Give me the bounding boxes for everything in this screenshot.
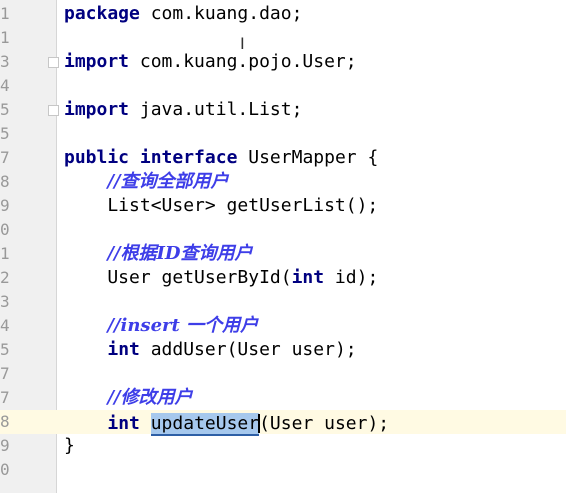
comment-token: //修改用户	[107, 387, 193, 408]
caret	[258, 414, 261, 433]
keyword-token: import	[64, 99, 130, 120]
code-line[interactable]: 2 User getUserById(int id);	[0, 266, 566, 290]
code-text[interactable]: User getUserById(int id);	[64, 266, 378, 290]
line-number: 8	[0, 172, 10, 191]
fold-marker-icon[interactable]	[48, 57, 59, 68]
code-line[interactable]: 5	[0, 122, 566, 146]
keyword-token: import	[64, 51, 130, 72]
code-token: com.kuang.dao;	[139, 3, 303, 24]
code-text[interactable]: int addUser(User user);	[64, 338, 357, 362]
code-token: id);	[324, 267, 379, 288]
code-line[interactable]: 3 import com.kuang.pojo.User;	[0, 50, 566, 74]
line-number: 2	[0, 268, 10, 287]
line-number: 7	[0, 388, 10, 407]
code-line[interactable]: 1	[0, 26, 566, 50]
line-number: 0	[0, 220, 10, 239]
keyword-token: package	[64, 3, 140, 24]
keyword-token: int	[291, 267, 325, 288]
line-number: 1	[0, 244, 10, 263]
code-line[interactable]: 7	[0, 362, 566, 386]
code-text[interactable]: int updateUser(User user);	[64, 410, 389, 436]
code-token: User getUserById(	[64, 267, 292, 288]
code-line[interactable]: 0	[0, 458, 566, 482]
line-number: 1	[0, 28, 10, 47]
code-text[interactable]: import java.util.List;	[64, 98, 302, 122]
text-cursor-icon: I	[240, 34, 245, 53]
code-token: java.util.List;	[129, 99, 303, 120]
code-editor[interactable]: 1 package com.kuang.dao; 1 3 import com.kuan…	[0, 0, 566, 493]
line-number: 9	[0, 196, 10, 215]
line-number: 5	[0, 340, 10, 359]
comment-token: //insert 一个用户	[107, 315, 259, 336]
line-number: 3	[0, 292, 10, 311]
code-text[interactable]: //insert 一个用户	[64, 314, 258, 338]
line-number: 4	[0, 76, 10, 95]
code-line[interactable]: 9}	[0, 434, 566, 458]
code-token: List<User> getUserList();	[64, 195, 379, 216]
keyword-token: int	[107, 413, 140, 434]
line-number: 5	[0, 124, 10, 143]
code-line[interactable]: 4 //insert 一个用户	[0, 314, 566, 338]
line-number: 5	[0, 100, 10, 119]
code-text[interactable]: //修改用户	[64, 386, 193, 410]
code-token: (User user);	[259, 413, 390, 434]
keyword-token: interface	[139, 147, 238, 168]
line-number: 7	[0, 364, 10, 383]
code-line[interactable]: 0	[0, 218, 566, 242]
line-number: 9	[0, 436, 10, 455]
line-number: 8	[0, 412, 10, 431]
code-line[interactable]: 8 int updateUser(User user);	[0, 410, 566, 436]
code-text[interactable]: List<User> getUserList();	[64, 194, 378, 218]
code-text[interactable]: //根据ID查询用户	[64, 242, 253, 266]
code-line[interactable]: 7 public interface UserMapper {	[0, 146, 566, 170]
code-text[interactable]: public interface UserMapper {	[64, 146, 378, 170]
line-number: 0	[0, 460, 10, 479]
code-token: }	[64, 435, 75, 456]
code-text[interactable]: package com.kuang.dao;	[64, 2, 302, 26]
code-line[interactable]: 5 import java.util.List;	[0, 98, 566, 122]
code-line[interactable]: 4	[0, 74, 566, 98]
code-line[interactable]: 3	[0, 290, 566, 314]
line-number: 3	[0, 52, 10, 71]
code-token: addUser(User user);	[139, 339, 357, 360]
code-token: com.kuang.pojo.User;	[129, 51, 357, 72]
selected-token: updateUser	[150, 413, 260, 436]
code-line[interactable]: 1 //根据ID查询用户	[0, 242, 566, 266]
comment-token: //根据ID查询用户	[107, 243, 253, 264]
keyword-token: public	[64, 147, 130, 168]
code-text[interactable]: import com.kuang.pojo.User;	[64, 50, 357, 74]
code-line[interactable]: 7 //修改用户	[0, 386, 566, 410]
keyword-token: int	[107, 339, 140, 360]
line-number: 7	[0, 148, 10, 167]
code-token: UserMapper {	[237, 147, 379, 168]
code-line[interactable]: 5 int addUser(User user);	[0, 338, 566, 362]
code-text[interactable]: }	[64, 434, 75, 458]
code-line[interactable]: 9 List<User> getUserList();	[0, 194, 566, 218]
fold-marker-icon[interactable]	[48, 105, 59, 116]
code-text[interactable]: //查询全部用户	[64, 170, 229, 194]
comment-token: //查询全部用户	[107, 171, 229, 192]
line-number: 4	[0, 316, 10, 335]
code-line[interactable]: 1 package com.kuang.dao;	[0, 2, 566, 26]
line-number: 1	[0, 4, 10, 23]
code-line[interactable]: 8 //查询全部用户	[0, 170, 566, 194]
